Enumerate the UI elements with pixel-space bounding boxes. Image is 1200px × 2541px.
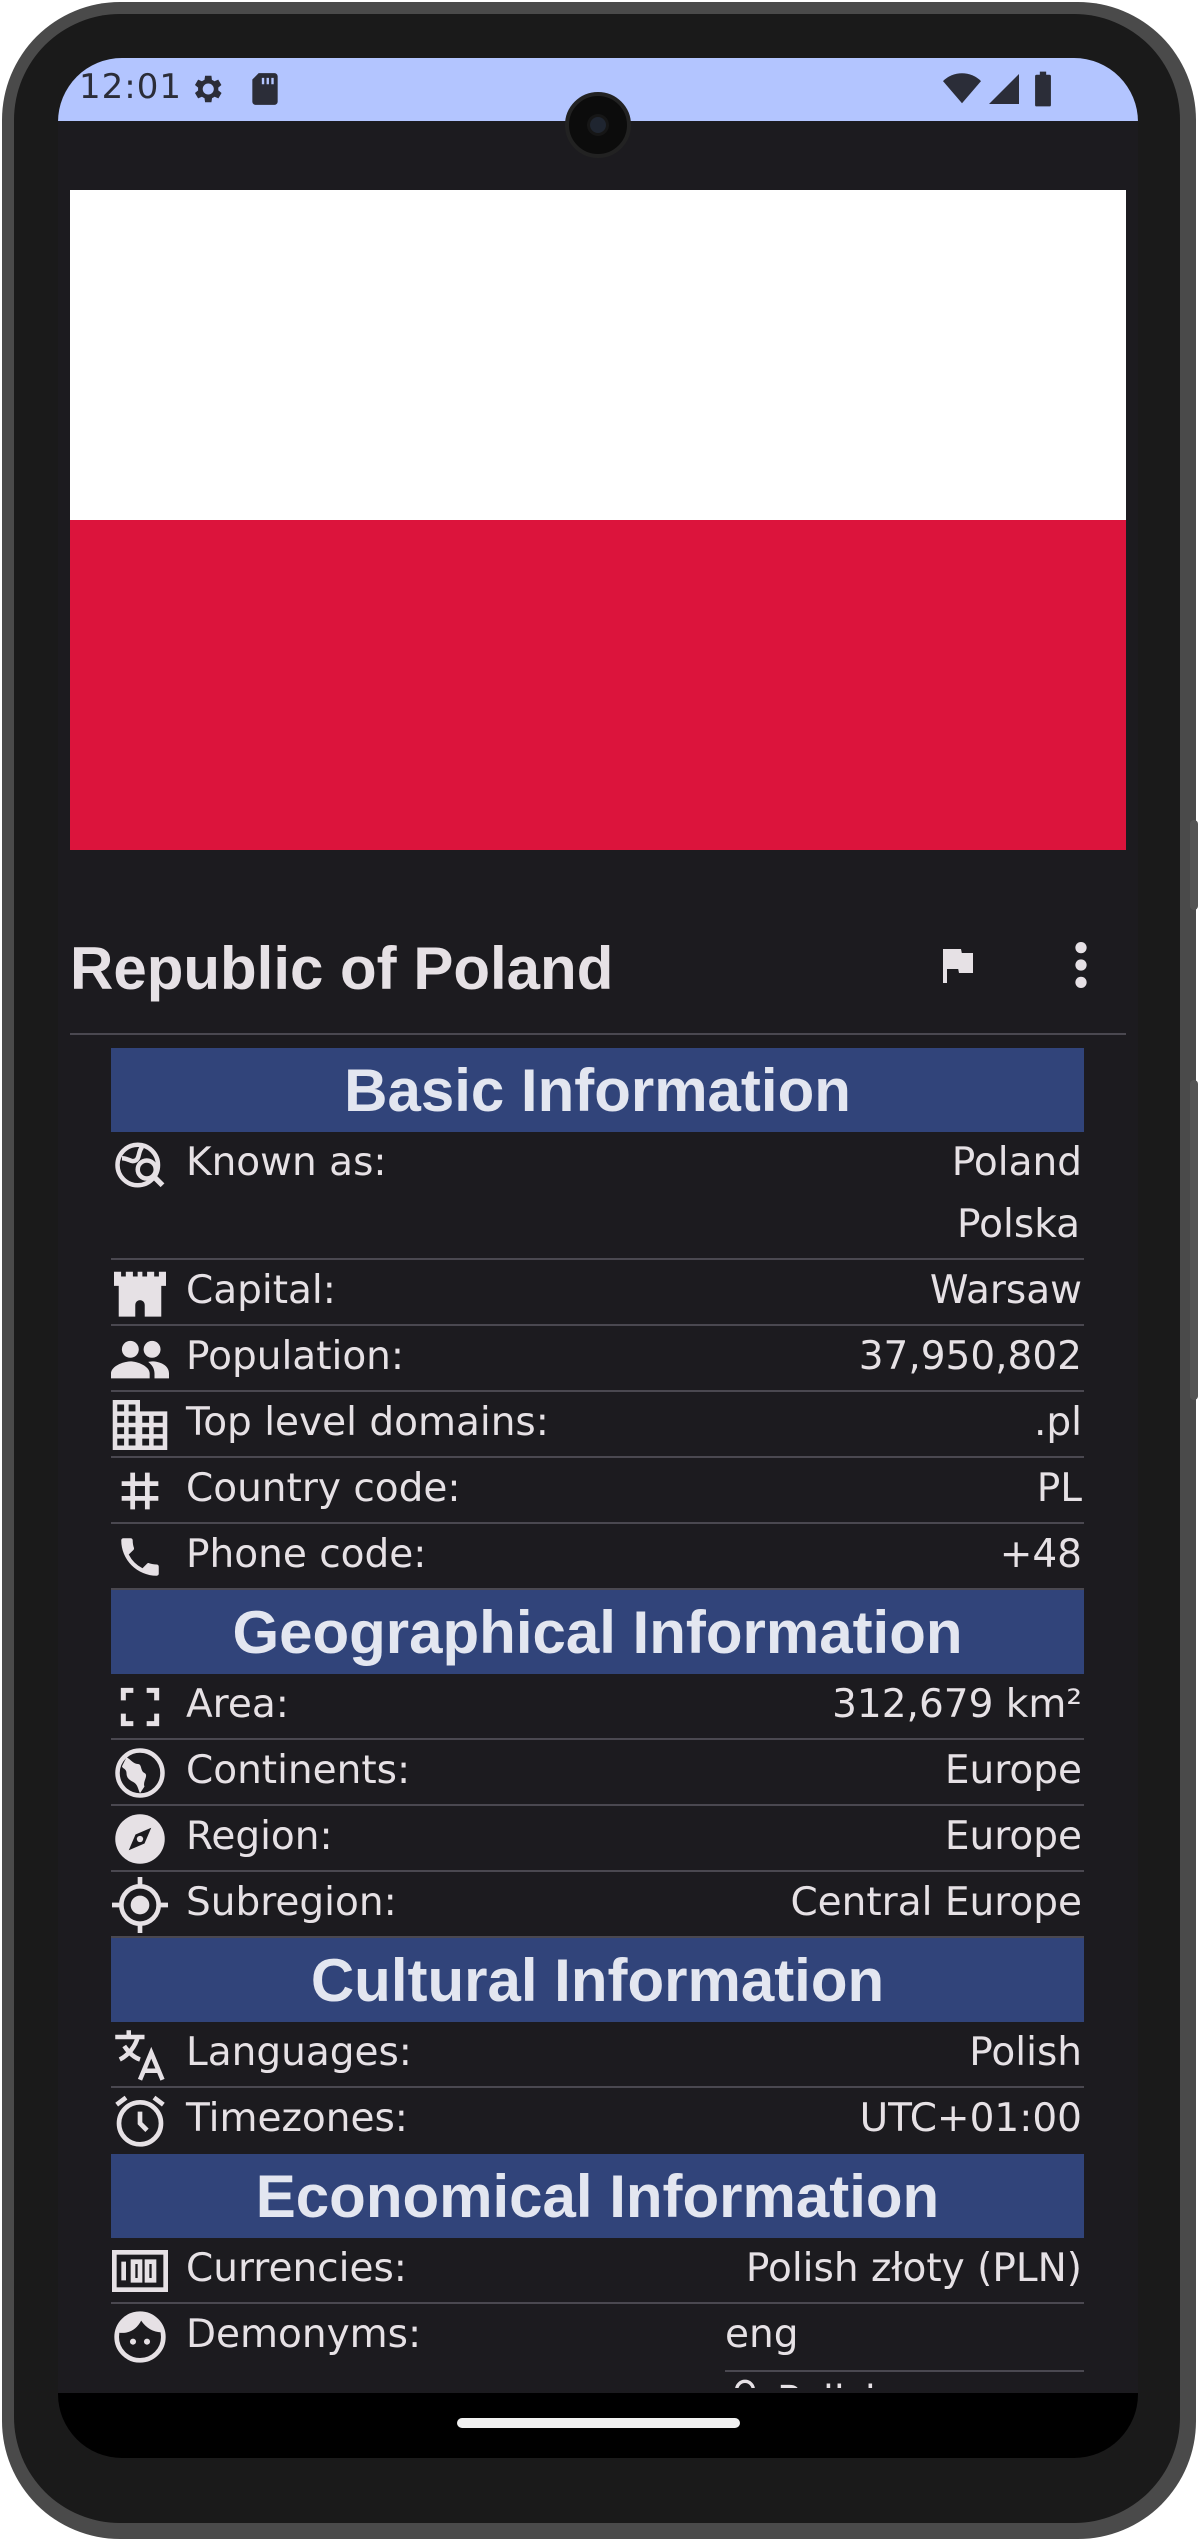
screen: 12:01 Republic of Poland Basic Informati… [58,58,1138,2458]
row-value: 312,679 km² [832,1682,1082,1727]
flag-button[interactable] [922,932,992,1002]
demonym-divider [725,2370,1084,2372]
country-title: Republic of Poland [70,935,614,1002]
battery-icon [1032,70,1054,112]
row-label: Top level domains: [186,1400,549,1445]
row-region: Region: Europe [111,1806,1084,1872]
row-value: Europe [944,1748,1082,1793]
row-value: Polish złoty (PLN) [745,2246,1082,2291]
currency-icon [111,2244,169,2298]
navigation-bar [58,2393,1138,2458]
row-subregion: Subregion: Central Europe [111,1872,1084,1938]
row-languages: Languages: Polish [111,2022,1084,2088]
sd-card-icon [248,70,282,112]
row-value: Warsaw [929,1268,1082,1313]
title-divider [70,1033,1126,1035]
flag-stripe-white [70,190,1126,520]
row-continents: Continents: Europe [111,1740,1084,1806]
row-timezones: Timezones: UTC+01:00 [111,2088,1084,2154]
section-economical-info: Economical Information [111,2154,1084,2238]
fullscreen-icon [111,1680,169,1734]
phone-icon [111,1530,169,1584]
row-demonyms: Demonyms: eng Polish [111,2304,1084,2388]
row-label: Region: [186,1814,333,1859]
row-label: Area: [186,1682,289,1727]
gear-icon [188,70,226,112]
translate-icon [111,2028,169,2082]
row-value: UTC+01:00 [859,2096,1082,2141]
home-gesture-pill[interactable] [457,2418,740,2428]
row-value: 37,950,802 [858,1334,1082,1379]
row-value: Central Europe [790,1880,1082,1925]
row-label: Continents: [186,1748,411,1793]
row-known-as: Known as: Poland Polska [111,1132,1084,1260]
row-value: Polish [969,2030,1082,2075]
more-options-button[interactable] [1046,932,1116,1002]
info-list[interactable]: Basic Information Known as: Poland Polsk… [111,1048,1084,2388]
row-area: Area: 312,679 km² [111,1674,1084,1740]
title-bar: Republic of Poland [70,928,1126,1008]
row-currencies: Currencies: Polish złoty (PLN) [111,2238,1084,2304]
section-basic-info: Basic Information [111,1048,1084,1132]
wifi-icon [942,70,982,112]
row-value: PL [1036,1466,1082,1511]
status-time: 12:01 [79,67,182,107]
flag-icon [933,940,981,994]
row-label: Population: [186,1334,405,1379]
row-label: Phone code: [186,1532,427,1577]
row-label: Currencies: [186,2246,407,2291]
front-camera [565,92,631,158]
castle-icon [111,1266,169,1320]
row-label: Subregion: [186,1880,397,1925]
globe-icon [111,1746,169,1800]
row-value: Europe [944,1814,1082,1859]
person-icon [725,2378,765,2388]
row-label: Timezones: [186,2096,408,2141]
demonym-language: eng [725,2312,799,2357]
alarm-icon [111,2094,169,2148]
row-phone-code: Phone code: +48 [111,1524,1084,1590]
more-vert-icon [1071,939,1091,995]
people-icon [111,1332,169,1386]
row-population: Population: 37,950,802 [111,1326,1084,1392]
gps-icon [111,1877,169,1933]
domain-icon [111,1398,169,1452]
row-value: Poland [951,1140,1082,1185]
travel-explore-icon [111,1138,169,1192]
demonym-value: Polish [725,2378,890,2388]
volume-button [1190,820,1198,910]
compass-icon [111,1812,169,1866]
country-flag [70,190,1126,850]
row-label: Demonyms: [186,2312,422,2357]
demonym-text: Polish [777,2379,890,2389]
row-label: Languages: [186,2030,412,2075]
section-geographical-info: Geographical Information [111,1590,1084,1674]
row-value: Polska [957,1202,1080,1247]
row-value: .pl [1034,1400,1082,1445]
section-cultural-info: Cultural Information [111,1938,1084,2022]
power-button [1190,1080,1198,1400]
signal-icon [986,70,1022,112]
row-value: +48 [999,1532,1082,1577]
tag-icon [111,1464,169,1518]
flag-stripe-red [70,520,1126,850]
row-label: Known as: [186,1140,387,1185]
row-capital: Capital: Warsaw [111,1260,1084,1326]
row-country-code: Country code: PL [111,1458,1084,1524]
face-icon [111,2310,169,2364]
row-top-level-domains: Top level domains: .pl [111,1392,1084,1458]
row-label: Country code: [186,1466,461,1511]
row-label: Capital: [186,1268,336,1313]
